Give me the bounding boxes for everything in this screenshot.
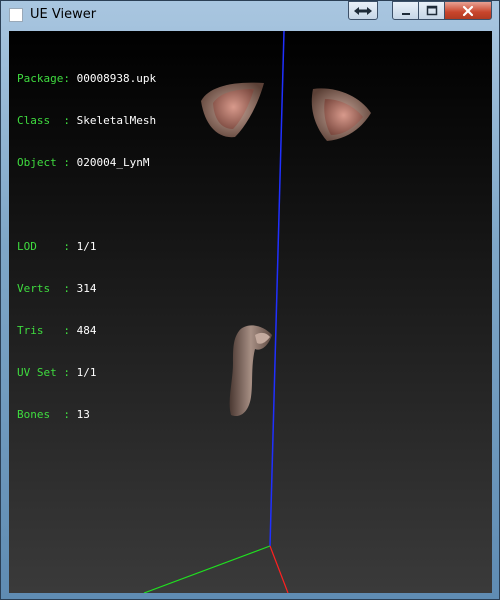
- minimize-button[interactable]: [392, 1, 419, 20]
- left-ear-mesh: [201, 82, 264, 138]
- info-key: Class :: [17, 114, 70, 127]
- double-arrow-button[interactable]: [348, 1, 378, 20]
- info-key: Package:: [17, 72, 70, 85]
- info-value: 1/1: [76, 240, 97, 253]
- info-value: 020004_LynM: [76, 156, 150, 169]
- close-icon: [462, 5, 474, 16]
- title-bar[interactable]: UE Viewer: [1, 1, 499, 31]
- info-key: Verts :: [17, 282, 70, 295]
- app-window: UE Viewer Package: 00008938.upk Class: …: [0, 0, 500, 600]
- y-axis-line: [143, 545, 271, 593]
- info-row-class: Class : SkeletalMesh: [17, 114, 156, 128]
- info-key: Tris :: [17, 324, 70, 337]
- window-title: UE Viewer: [30, 7, 97, 22]
- info-value: 314: [76, 282, 97, 295]
- info-key: UV Set :: [17, 366, 70, 379]
- double-arrow-icon: [354, 6, 372, 15]
- info-value: 00008938.upk: [76, 72, 157, 85]
- info-row-lod: LOD : 1/1: [17, 240, 156, 254]
- maximize-icon: [426, 5, 437, 15]
- maximize-button[interactable]: [418, 1, 445, 20]
- 3d-viewport[interactable]: Package: 00008938.upk Class : SkeletalMe…: [9, 31, 492, 593]
- info-value: SkeletalMesh: [76, 114, 157, 127]
- info-key: Object :: [17, 156, 70, 169]
- info-key: LOD :: [17, 240, 70, 253]
- info-value: 13: [76, 408, 90, 421]
- info-row-verts: Verts : 314: [17, 282, 156, 296]
- tail-mesh: [229, 325, 272, 417]
- info-key: Bones :: [17, 408, 70, 421]
- info-row-uvset: UV Set : 1/1: [17, 366, 156, 380]
- minimize-icon: [401, 12, 410, 15]
- info-row-bones: Bones : 13: [17, 408, 156, 422]
- right-ear-mesh: [311, 88, 371, 141]
- close-button[interactable]: [444, 1, 492, 20]
- z-axis-line: [269, 31, 285, 547]
- info-row-object: Object : 020004_LynM: [17, 156, 156, 170]
- info-value: 484: [76, 324, 97, 337]
- info-row-package: Package: 00008938.upk: [17, 72, 156, 86]
- info-value: 1/1: [76, 366, 97, 379]
- app-icon: [9, 8, 23, 22]
- mesh-info-panel: Package: 00008938.upk Class : SkeletalMe…: [17, 44, 156, 450]
- x-axis-line: [269, 545, 289, 593]
- info-row-tris: Tris : 484: [17, 324, 156, 338]
